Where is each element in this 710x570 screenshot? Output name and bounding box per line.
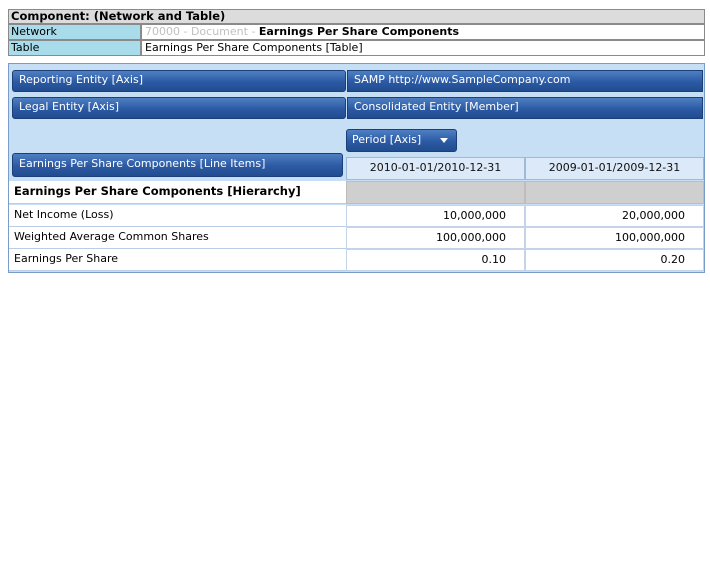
network-doc-name: Earnings Per Share Components	[258, 25, 460, 38]
network-label: Network	[8, 24, 141, 40]
cell-eps-2009[interactable]: 0.20	[525, 249, 704, 271]
row-label-eps: Earnings Per Share	[9, 249, 346, 271]
table-value: Earnings Per Share Components [Table]	[141, 40, 705, 56]
column-header-2010: 2010-01-01/2010-12-31	[346, 157, 525, 180]
caret-down-icon	[440, 138, 448, 143]
hierarchy-cell-2009	[525, 181, 704, 204]
period-axis-dropdown[interactable]: Period [Axis]	[346, 129, 457, 152]
network-doc-id: 70000 - Document -	[145, 25, 259, 38]
cell-net-income-2009[interactable]: 20,000,000	[525, 205, 704, 227]
row-label-net-income: Net Income (Loss)	[9, 205, 346, 227]
hierarchy-cell-2010	[346, 181, 525, 204]
cell-net-income-2010[interactable]: 10,000,000	[346, 205, 525, 227]
line-items-axis-button[interactable]: Earnings Per Share Components [Line Item…	[12, 153, 343, 177]
reporting-entity-axis-button[interactable]: Reporting Entity [Axis]	[12, 70, 346, 92]
cell-weighted-shares-2009[interactable]: 100,000,000	[525, 227, 704, 249]
column-header-2009: 2009-01-01/2009-12-31	[525, 157, 704, 180]
row-label-weighted-shares: Weighted Average Common Shares	[9, 227, 346, 249]
hierarchy-label: Earnings Per Share Components [Hierarchy…	[9, 181, 346, 204]
legal-entity-value[interactable]: Consolidated Entity [Member]	[347, 97, 703, 119]
network-value: 70000 - Document - Earnings Per Share Co…	[141, 24, 705, 40]
period-axis-label: Period [Axis]	[352, 133, 422, 146]
table-label: Table	[8, 40, 141, 56]
cell-weighted-shares-2010[interactable]: 100,000,000	[346, 227, 525, 249]
component-title: Component: (Network and Table)	[8, 9, 705, 24]
cell-eps-2010[interactable]: 0.10	[346, 249, 525, 271]
legal-entity-axis-button[interactable]: Legal Entity [Axis]	[12, 97, 346, 119]
reporting-entity-value[interactable]: SAMP http://www.SampleCompany.com	[347, 70, 703, 92]
